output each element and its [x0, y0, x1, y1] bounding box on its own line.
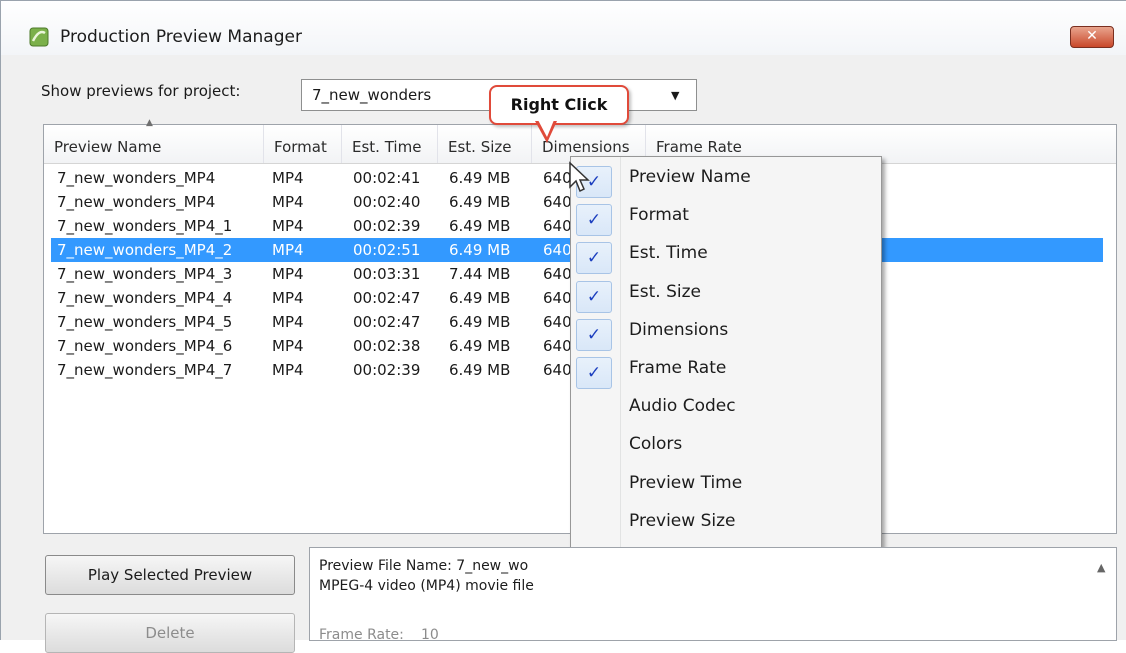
cell-size: 6.49 MB [449, 193, 511, 211]
cell-size: 6.49 MB [449, 289, 511, 307]
cell-name: 7_new_wonders_MP4_7 [57, 361, 233, 379]
menu-item-preview-time[interactable]: Preview Time [629, 473, 742, 493]
cell-format: MP4 [272, 169, 304, 187]
cell-name: 7_new_wonders_MP4_3 [57, 265, 233, 283]
column-header-est-size[interactable]: Est. Size [438, 125, 532, 163]
right-click-callout: Right Click [489, 85, 629, 125]
cell-dim: 640 [543, 361, 572, 379]
detail-file-type: MPEG-4 video (MP4) movie file [319, 578, 534, 594]
cell-format: MP4 [272, 193, 304, 211]
callout-tail-fill [538, 120, 554, 137]
delete-button[interactable]: Delete [45, 613, 295, 653]
cell-time: 00:02:38 [353, 337, 421, 355]
cell-name: 7_new_wonders_MP4 [57, 169, 216, 187]
cell-time: 00:02:51 [353, 241, 421, 259]
checkmark-icon: ✓ [576, 204, 612, 237]
detail-file-name: Preview File Name: 7_new_wo [319, 558, 529, 574]
checkmark-icon: ✓ [576, 357, 612, 389]
column-header-est-time[interactable]: Est. Time [342, 125, 438, 163]
cell-dim: 640 [543, 313, 572, 331]
cell-format: MP4 [272, 265, 304, 283]
menu-item-est-time[interactable]: Est. Time [629, 243, 708, 263]
column-header-preview-name[interactable]: Preview Name [44, 125, 264, 163]
cell-name: 7_new_wonders_MP4_6 [57, 337, 233, 355]
cell-size: 6.49 MB [449, 169, 511, 187]
cell-size: 6.49 MB [449, 217, 511, 235]
cell-dim: 640 [543, 241, 572, 259]
cell-time: 00:02:39 [353, 217, 421, 235]
cell-format: MP4 [272, 289, 304, 307]
detail-frame-rate-value: 10 [421, 627, 439, 643]
play-selected-preview-button[interactable]: Play Selected Preview [45, 555, 295, 595]
mouse-cursor-icon [569, 161, 590, 193]
cell-dim: 640 [543, 337, 572, 355]
menu-item-audio-codec[interactable]: Audio Codec [629, 396, 736, 416]
cell-time: 00:02:47 [353, 313, 421, 331]
cell-format: MP4 [272, 241, 304, 259]
menu-item-dimensions[interactable]: Dimensions [629, 320, 728, 340]
cell-format: MP4 [272, 217, 304, 235]
cell-name: 7_new_wonders_MP4_1 [57, 217, 233, 235]
cell-format: MP4 [272, 337, 304, 355]
cell-format: MP4 [272, 361, 304, 379]
checkmark-icon: ✓ [576, 318, 612, 351]
checkmark-icon: ✓ [576, 280, 612, 313]
menu-item-colors[interactable]: Colors [629, 434, 682, 454]
checkmark-icon: ✓ [576, 242, 612, 275]
sort-ascending-icon: ▲ [146, 118, 153, 128]
cell-size: 7.44 MB [449, 265, 511, 283]
production-preview-manager-window: Production Preview Manager ✕ Show previe… [0, 0, 1126, 653]
cell-name: 7_new_wonders_MP4_4 [57, 289, 233, 307]
cell-time: 00:02:40 [353, 193, 421, 211]
menu-item-est-size[interactable]: Est. Size [629, 282, 701, 302]
cell-format: MP4 [272, 313, 304, 331]
close-button[interactable]: ✕ [1070, 26, 1114, 48]
cell-dim: 640 [543, 217, 572, 235]
cell-name: 7_new_wonders_MP4_2 [57, 241, 233, 259]
detail-frame-rate-label: Frame Rate: [319, 627, 404, 643]
menu-item-preview-size[interactable]: Preview Size [629, 511, 735, 531]
cell-size: 6.49 MB [449, 337, 511, 355]
cell-name: 7_new_wonders_MP4 [57, 193, 216, 211]
cell-time: 00:02:39 [353, 361, 421, 379]
title-bar[interactable]: Production Preview Manager ✕ [1, 1, 1126, 55]
cell-size: 6.49 MB [449, 313, 511, 331]
cell-dim: 640 [543, 265, 572, 283]
column-header-format[interactable]: Format [264, 125, 342, 163]
project-label: Show previews for project: [41, 82, 241, 100]
cell-name: 7_new_wonders_MP4_5 [57, 313, 233, 331]
menu-item-format[interactable]: Format [629, 205, 689, 225]
cell-time: 00:02:41 [353, 169, 421, 187]
project-select-value: 7_new_wonders [312, 86, 432, 104]
app-icon [29, 27, 49, 47]
cell-time: 00:02:47 [353, 289, 421, 307]
cell-size: 6.49 MB [449, 241, 511, 259]
menu-item-preview-name[interactable]: Preview Name [629, 167, 751, 187]
window-title: Production Preview Manager [60, 27, 302, 47]
menu-item-frame-rate[interactable]: Frame Rate [629, 358, 726, 378]
cell-dim: 640 [543, 289, 572, 307]
chevron-down-icon[interactable]: ▼ [671, 89, 679, 102]
cell-size: 6.49 MB [449, 361, 511, 379]
cell-time: 00:03:31 [353, 265, 421, 283]
scroll-up-icon[interactable]: ▲ [1097, 561, 1105, 574]
